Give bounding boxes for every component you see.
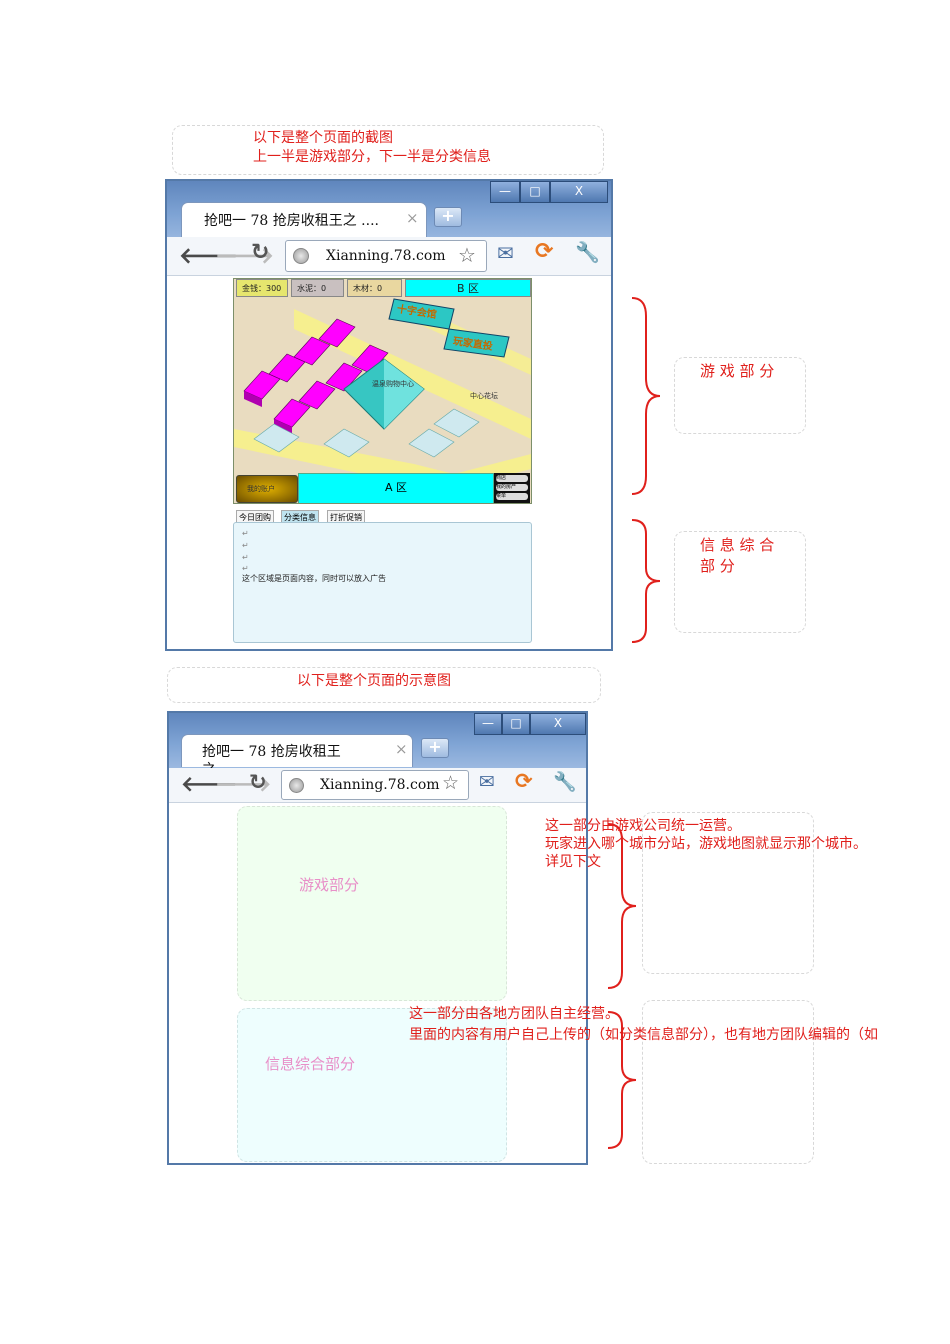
globe-icon: [293, 248, 309, 264]
game-map[interactable]: 金钱：300 水泥：0 木材：0 B 区 十字会馆 玩家直投 温泉购物中心 中心…: [233, 278, 532, 504]
wrench-icon[interactable]: 🔧: [575, 240, 600, 264]
game-part-label: 游 戏 部 分: [700, 362, 775, 380]
zone-a-label[interactable]: A 区: [298, 473, 494, 503]
top-caption-line2: 上一半是游戏部分，下一半是分类信息: [253, 149, 491, 165]
tab-close-icon[interactable]: ×: [406, 209, 419, 227]
tab-title-2a: 抢吧一 78 抢房收租王: [202, 744, 341, 760]
info-note-line1: 这一部分由各地方团队自主经营。: [409, 1006, 619, 1022]
url-text: Xianning.78.com: [326, 248, 446, 264]
my-account-label: 我的账户: [247, 485, 275, 493]
return-mark-4: ↵: [242, 564, 249, 573]
extension-icon-2[interactable]: ⟳: [515, 769, 533, 793]
maximize-button-2[interactable]: □: [502, 713, 530, 735]
reload-icon-2[interactable]: ↻: [249, 770, 267, 794]
side-menu: 商店 我的房产 菜单: [494, 473, 530, 503]
browser-toolbar: 🡐 🡒 ↻ Xianning.78.com ☆ ✉ ⟳ 🔧: [167, 237, 611, 276]
browser-toolbar-2: 🡐 🡒 ↻ Xianning.78.com ☆ ✉ ⟳ 🔧: [169, 768, 586, 803]
tab-close-icon-2[interactable]: ×: [395, 740, 408, 758]
game-brace: [631, 297, 661, 495]
garden-label[interactable]: 中心花坛: [470, 391, 498, 401]
mail-icon[interactable]: ✉: [497, 241, 514, 265]
window-controls: — □ X: [490, 181, 608, 203]
extension-icon[interactable]: ⟳: [535, 239, 553, 264]
return-mark-3: ↵: [242, 553, 249, 562]
game-area-block: [237, 806, 507, 1001]
close-window-button[interactable]: X: [550, 181, 608, 203]
info-content-box: ↵ ↵ ↵ ↵ 这个区域是页面内容，同时可以放入广告: [233, 522, 532, 643]
new-tab-button-2[interactable]: +: [421, 738, 449, 758]
menu-shop[interactable]: 商店: [496, 475, 528, 482]
return-mark-1: ↵: [242, 529, 249, 538]
browser-tab[interactable]: 抢吧一 78 抢房收租王之 .... ×: [181, 202, 427, 238]
address-bar-2[interactable]: Xianning.78.com ☆: [281, 770, 469, 800]
top-caption-line1: 以下是整个页面的截图: [253, 130, 393, 146]
menu-my-property[interactable]: 我的房产: [496, 484, 528, 491]
bookmark-star-icon-2[interactable]: ☆: [442, 772, 459, 794]
tab-title: 抢吧一 78 抢房收租王之 ....: [204, 213, 379, 229]
wrench-icon-2[interactable]: 🔧: [553, 770, 577, 793]
mall-label[interactable]: 温泉购物中心: [372, 379, 432, 389]
mid-caption: 以下是整个页面的示意图: [297, 673, 451, 689]
info-content-text: 这个区域是页面内容，同时可以放入广告: [242, 574, 386, 583]
info-area-label: 信息综合部分: [265, 1055, 356, 1073]
return-mark-2: ↵: [242, 541, 249, 550]
game-note-line1: 这一部分由游戏公司统一运营。: [545, 818, 741, 834]
url-text-2: Xianning.78.com: [320, 777, 440, 793]
minimize-button[interactable]: —: [490, 181, 520, 203]
game-area-label: 游戏部分: [299, 876, 360, 894]
address-bar[interactable]: Xianning.78.com ☆: [285, 240, 487, 272]
minimize-button-2[interactable]: —: [474, 713, 502, 735]
my-account-button[interactable]: 我的账户: [236, 475, 298, 503]
menu-menu[interactable]: 菜单: [496, 493, 528, 500]
globe-icon-2: [289, 778, 304, 793]
reload-icon[interactable]: ↻: [251, 240, 269, 265]
info-part-label-2: 部 分: [700, 557, 735, 575]
info-note-line2: 里面的内容有用户自己上传的（如分类信息部分），也有地方团队编辑的（如: [409, 1027, 878, 1043]
new-tab-button[interactable]: +: [434, 207, 462, 227]
bookmark-star-icon[interactable]: ☆: [458, 243, 476, 267]
close-window-button-2[interactable]: X: [530, 713, 586, 735]
window-controls-2: — □ X: [474, 713, 586, 735]
game-note-line2: 玩家进入哪个城市分站，游戏地图就显示那个城市。: [545, 836, 867, 852]
info-brace: [631, 519, 661, 643]
browser-tab-2[interactable]: 抢吧一 78 抢房收租王 之 .... ×: [181, 734, 413, 778]
info-part-label-1: 信 息 综 合: [700, 536, 775, 554]
mail-icon-2[interactable]: ✉: [479, 771, 495, 793]
game-note-line3: 详见下文: [545, 854, 601, 870]
maximize-button[interactable]: □: [520, 181, 550, 203]
